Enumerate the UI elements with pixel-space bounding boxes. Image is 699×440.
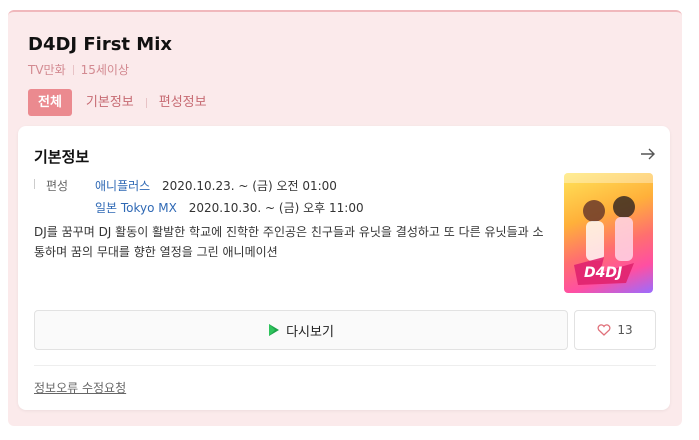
tab-basic-info[interactable]: 기본정보 <box>86 89 134 116</box>
genre-label: TV만화 <box>28 63 66 77</box>
tab-schedule-info[interactable]: 편성정보 <box>159 89 207 116</box>
page-title: D4DJ First Mix <box>28 34 172 55</box>
meta-divider <box>72 64 74 75</box>
heart-icon <box>597 324 611 336</box>
poster-image[interactable]: D4DJ <box>564 173 653 293</box>
tab-all[interactable]: 전체 <box>28 89 72 116</box>
tab-divider <box>145 97 147 108</box>
play-icon <box>268 323 280 337</box>
broadcast-channel-link[interactable]: 애니플러스 <box>95 179 150 193</box>
arrow-right-icon[interactable] <box>640 146 656 165</box>
svg-text:D4DJ: D4DJ <box>584 265 622 281</box>
basic-info-panel: 기본정보 편성 애니플러스 2020.10.23. ~ (금) 오전 01:00… <box>18 126 670 410</box>
replay-button[interactable]: 다시보기 <box>34 310 568 350</box>
divider <box>34 365 656 366</box>
like-button[interactable]: 13 <box>574 310 656 350</box>
rating-label: 15세이상 <box>80 63 130 77</box>
section-title: 기본정보 <box>34 148 90 166</box>
schedule-label: 편성 <box>34 177 94 194</box>
synopsis-text: DJ를 꿈꾸며 DJ 활동이 활발한 학교에 진학한 주인공은 친구들과 유닛을… <box>34 225 544 259</box>
broadcast-row: 애니플러스 2020.10.23. ~ (금) 오전 01:00 <box>95 177 337 194</box>
broadcast-channel-link[interactable]: 일본 Tokyo MX <box>95 201 177 215</box>
tab-bar: 전체 기본정보 편성정보 <box>28 89 207 116</box>
broadcast-date: 2020.10.30. ~ (금) 오후 11:00 <box>188 201 364 215</box>
replay-label: 다시보기 <box>286 324 334 340</box>
broadcast-row: 일본 Tokyo MX 2020.10.30. ~ (금) 오후 11:00 <box>95 199 364 216</box>
anime-info-card: D4DJ First Mix TV만화 15세이상 전체 기본정보 편성정보 기… <box>8 10 682 426</box>
meta-info: TV만화 15세이상 <box>28 61 129 78</box>
like-count: 13 <box>617 323 633 337</box>
report-error-link[interactable]: 정보오류 수정요청 <box>34 379 126 396</box>
broadcast-date: 2020.10.23. ~ (금) 오전 01:00 <box>162 179 337 193</box>
